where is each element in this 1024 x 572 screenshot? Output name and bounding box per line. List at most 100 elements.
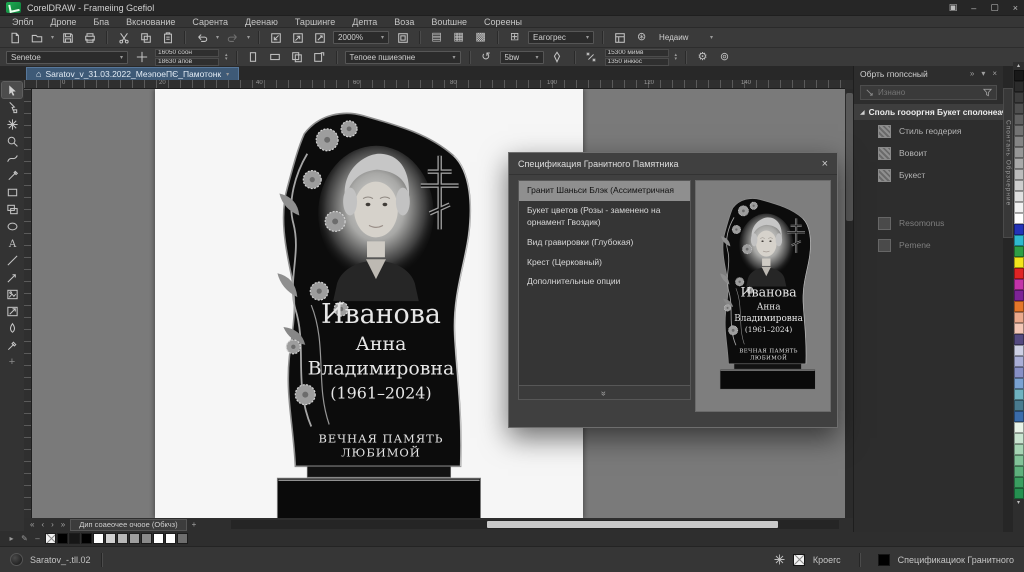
color-swatch[interactable] [1014,455,1024,466]
menu-item[interactable]: Эпбл [12,17,33,27]
monument-artwork[interactable] [249,96,489,518]
copy-icon[interactable] [137,30,154,45]
document-color-swatch[interactable] [117,533,128,544]
open-caret-icon[interactable]: ▾ [51,34,54,41]
bezier-tool[interactable] [2,167,22,183]
document-color-swatch[interactable] [105,533,116,544]
doc-palette-arrow-icon[interactable]: ▸ [6,534,17,543]
palette-scroll-down-icon[interactable]: ▾ [1017,499,1020,507]
docker-extra-item[interactable]: Pemene [854,234,1003,256]
fullscreen-icon[interactable] [394,30,411,45]
page-tab[interactable]: Дип соаеочее очоое (Обкчз) [70,519,186,531]
last-page-icon[interactable]: » [59,520,67,529]
color-swatch[interactable] [1014,169,1024,180]
document-color-swatch[interactable] [153,533,164,544]
color-swatch[interactable] [1014,213,1024,224]
color-swatch[interactable] [1014,147,1024,158]
cut-icon[interactable] [115,30,132,45]
page-landscape-icon[interactable] [267,50,284,65]
vertical-scrollbar-thumb[interactable] [846,93,853,221]
color-swatch[interactable] [1014,378,1024,389]
docker-close-icon[interactable]: × [992,69,997,78]
freehand-tool[interactable] [2,150,22,166]
view-normal-icon[interactable]: ▦ [450,30,467,45]
position-spinner[interactable]: ▴▾ [225,53,228,62]
color-swatch[interactable] [1014,444,1024,455]
rotate-icon[interactable]: ↺ [478,50,495,65]
docker-extra-item[interactable]: Resomonus [854,212,1003,234]
new-document-icon[interactable] [6,30,23,45]
dialog-close-icon[interactable]: × [822,158,828,170]
color-swatch[interactable] [1014,400,1024,411]
pages-copy-icon[interactable] [289,50,306,65]
color-swatch[interactable] [1014,125,1024,136]
docker-collapse-icon[interactable]: ▾ [981,69,985,78]
docker-search-input[interactable] [878,88,979,97]
size-w-field[interactable]: 15300 мимв [605,49,669,57]
color-swatch[interactable] [1014,334,1024,345]
ellipse-tool[interactable] [2,218,22,234]
color-swatch[interactable] [1014,422,1024,433]
color-swatch[interactable] [1014,466,1024,477]
redo-icon[interactable] [224,30,241,45]
open-icon[interactable] [28,30,45,45]
color-swatch[interactable] [1014,191,1024,202]
zoom-tool[interactable] [2,133,22,149]
options-icon[interactable] [611,30,628,45]
minimize-icon[interactable]: – [971,3,976,13]
color-swatch[interactable] [1014,389,1024,400]
menu-item[interactable]: Вкснование [126,17,175,27]
specification-list-item[interactable]: Букет цветов (Розы - заменено на орнамен… [519,201,690,233]
smear-tool[interactable] [2,116,22,132]
color-swatch[interactable] [1014,323,1024,334]
close-icon[interactable]: × [1013,3,1018,13]
settings-gear-icon[interactable]: ⚙ [694,50,711,65]
zoom-level-combo[interactable]: 2000%▾ [333,31,389,44]
docker-item[interactable]: Стиль геодерия [854,120,1003,142]
shape-tool[interactable] [2,99,22,115]
first-page-icon[interactable]: « [28,520,36,529]
add-page-icon[interactable]: + [190,520,199,529]
menu-item[interactable]: Бпа [93,17,109,27]
color-swatch[interactable] [1014,158,1024,169]
horizontal-scrollbar[interactable] [231,520,839,529]
document-color-swatch[interactable] [129,533,140,544]
color-swatch[interactable] [1014,136,1024,147]
color-swatch[interactable] [1014,246,1024,257]
document-color-swatch[interactable] [93,533,104,544]
view-simple-icon[interactable]: ▤ [428,30,445,45]
color-swatch[interactable] [1014,257,1024,268]
position-x-field[interactable]: 16050 соон [155,49,219,57]
document-color-swatch[interactable] [69,533,80,544]
docker-item[interactable]: Вовоит [854,142,1003,164]
view-mode-combo[interactable]: Еагогрес▾ [528,31,594,44]
horizontal-scrollbar-thumb[interactable] [487,521,779,528]
resize-icon[interactable] [311,30,328,45]
color-swatch[interactable] [1014,235,1024,246]
pick-tool[interactable] [2,82,22,98]
document-color-swatch[interactable] [141,533,152,544]
color-swatch[interactable] [1014,279,1024,290]
color-swatch[interactable] [1014,70,1024,81]
position-y-field[interactable]: 18630 апов [155,58,219,66]
connector-tool[interactable] [2,269,22,285]
eyedropper-tool[interactable] [2,337,22,353]
page-portrait-icon[interactable] [245,50,262,65]
undo-caret-icon[interactable]: ▾ [216,34,219,41]
units-combo[interactable]: Тепоее пшиеэпне▾ [345,51,461,64]
color-swatch[interactable] [1014,92,1024,103]
tree-expand-icon[interactable]: ◢ [860,109,865,116]
color-swatch[interactable] [1014,312,1024,323]
paste-icon[interactable] [159,30,176,45]
outline-none-swatch[interactable] [793,554,805,566]
color-swatch[interactable] [1014,180,1024,191]
color-swatch[interactable] [1014,488,1024,499]
color-swatch[interactable] [1014,114,1024,125]
text-tool[interactable]: A [2,235,22,251]
document-tab-caret-icon[interactable]: ▾ [226,71,229,78]
rectangle-3pt-tool[interactable] [2,201,22,217]
redo-caret-icon[interactable]: ▾ [247,34,250,41]
layout-icon[interactable]: ▣ [949,2,958,13]
view-enhanced-icon[interactable]: ▩ [472,30,489,45]
color-swatch[interactable] [1014,356,1024,367]
